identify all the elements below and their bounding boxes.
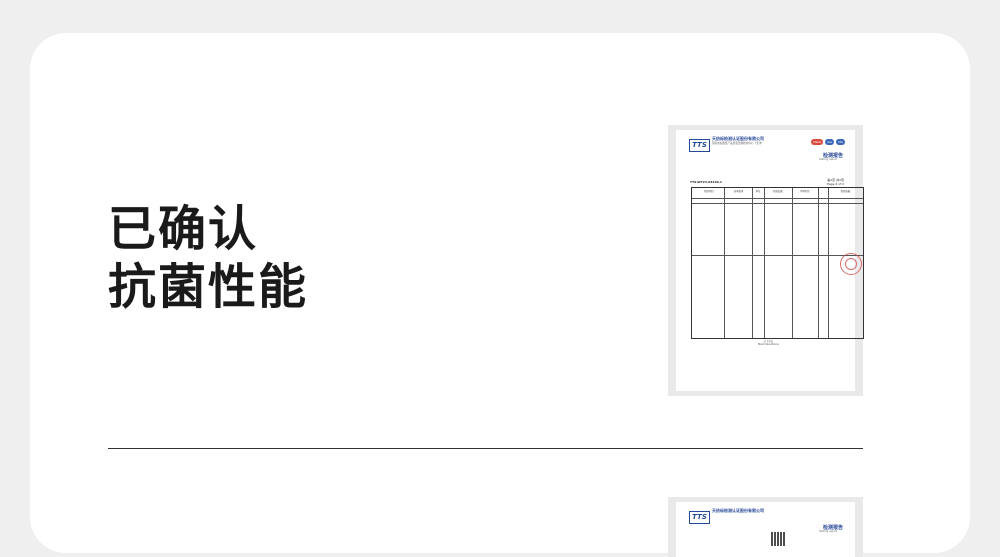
cnas-mark: CNAS bbox=[810, 139, 824, 145]
report-number: TTS-WT24-04240-1 bbox=[690, 180, 722, 184]
col-header: 检验项目 bbox=[704, 190, 714, 193]
report-address: 国家纺织服装产品质量监督检验中心（天津） bbox=[712, 142, 764, 145]
col-header: 技术要求 bbox=[733, 190, 744, 193]
tts-logo: TTS bbox=[689, 139, 710, 152]
footer-en: Blank Pass Below bbox=[758, 343, 779, 346]
col-header: 检验依据 bbox=[840, 190, 851, 193]
section-divider bbox=[108, 448, 863, 449]
ma-mark: MA bbox=[836, 139, 845, 145]
headline: 已确认 抗菌性能 bbox=[108, 200, 308, 316]
qr-code-icon bbox=[771, 532, 785, 546]
report-page: TTS 天纺标检测认证股份有限公司 国家纺织服装产品质量监督检验中心（天津） C… bbox=[676, 130, 864, 391]
ilac-mark: ilac bbox=[825, 139, 835, 145]
report-company: 天纺标检测认证股份有限公司 bbox=[712, 508, 764, 513]
test-report-thumbnail-2: TTS 天纺标检测认证股份有限公司 检测报告 Testing report bbox=[668, 497, 863, 557]
report-footer-note: 以下空白 Blank Pass Below bbox=[758, 340, 779, 346]
headline-line-1: 已确认 bbox=[108, 201, 259, 257]
test-report-thumbnail: TTS 天纺标检测认证股份有限公司 国家纺织服装产品质量监督检验中心（天津） C… bbox=[668, 125, 864, 396]
headline-line-2: 抗菌性能 bbox=[108, 259, 309, 315]
col-header: 检验结果 bbox=[773, 190, 783, 193]
results-table: 检验项目 技术要求 单位 检验结果 单项判定 检验依据 bbox=[691, 187, 864, 339]
col-header: 单项判定 bbox=[800, 190, 810, 193]
accreditation-marks: CNAS ilac MA bbox=[810, 139, 845, 145]
report-page-2: TTS 天纺标检测认证股份有限公司 检测报告 Testing report bbox=[676, 502, 855, 557]
page-number-en: Page 2 of 2 bbox=[827, 182, 844, 186]
report-page-number: 第2页 共2页 Page 2 of 2 bbox=[827, 178, 844, 186]
col-header: 单位 bbox=[755, 190, 761, 193]
report-title-en: Testing report bbox=[819, 530, 837, 533]
report-title-en: Testing report bbox=[819, 158, 837, 161]
tts-logo: TTS bbox=[689, 511, 710, 524]
red-seal-stamp bbox=[840, 253, 862, 275]
